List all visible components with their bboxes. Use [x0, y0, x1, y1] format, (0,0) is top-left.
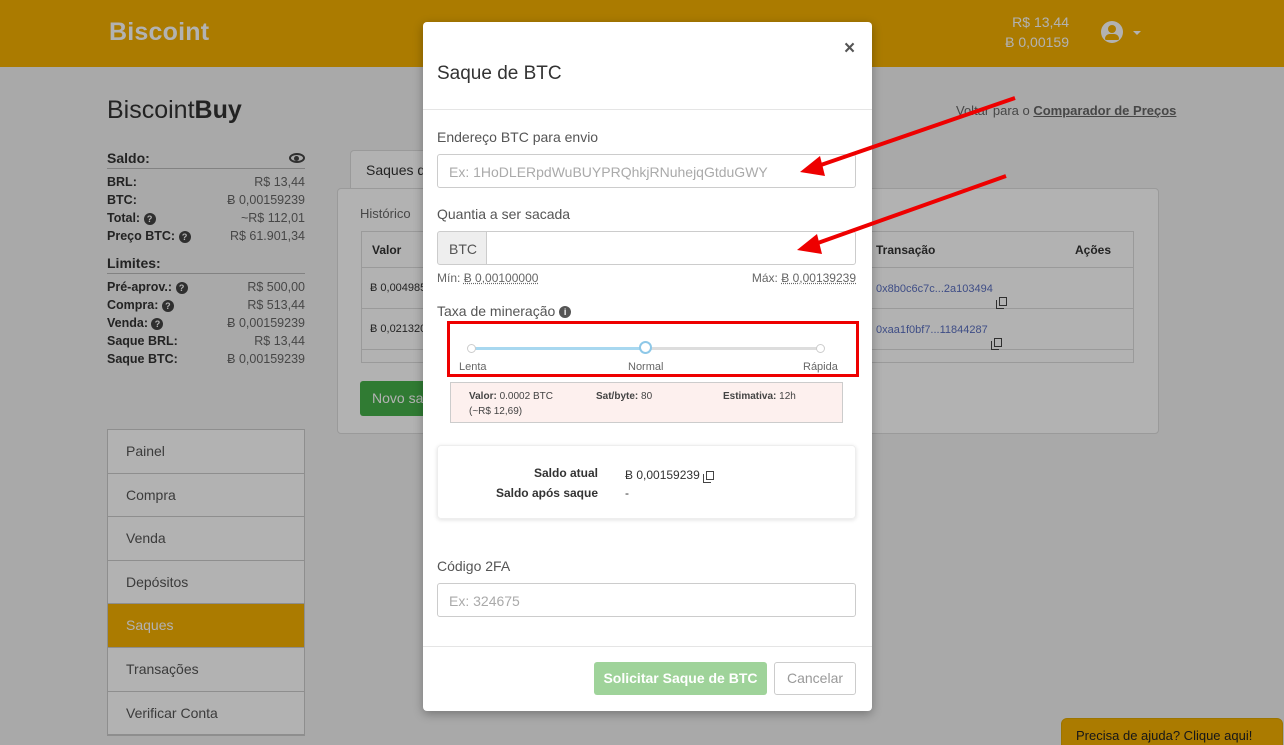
close-icon[interactable]: ×	[844, 38, 855, 60]
fee-option-normal[interactable]: Normal	[628, 361, 663, 373]
fee-satbyte: Sat/byte: 80	[596, 391, 652, 402]
btc-address-input[interactable]: Ex: 1HoDLERpdWuBUYPRQhkjRNuhejqGtduGWY	[437, 154, 856, 188]
fee-slider-highlight: Lenta Normal Rápida	[447, 321, 859, 377]
max-amount: Máx: Ƀ 0,00139239	[752, 271, 856, 285]
info-icon[interactable]: i	[559, 306, 572, 319]
saldo-atual-text: Ƀ 0,00159239	[625, 468, 700, 482]
submit-withdrawal-button[interactable]: Solicitar Saque de BTC	[594, 662, 767, 695]
fee-valor-value: 0.0002 BTC	[499, 391, 553, 402]
fee-slider-stop-rapida[interactable]	[816, 344, 825, 353]
fee-option-lenta[interactable]: Lenta	[459, 361, 487, 373]
min-amount: Mín: Ƀ 0,00100000	[437, 271, 538, 285]
min-value[interactable]: Ƀ 0,00100000	[464, 271, 539, 285]
max-label: Máx:	[751, 271, 778, 285]
fee-slider-stop-lenta[interactable]	[467, 344, 476, 353]
fee-slider-track[interactable]	[467, 341, 825, 354]
modal-title: Saque de BTC	[437, 63, 562, 84]
address-label: Endereço BTC para envio	[437, 129, 599, 145]
fee-estimate-box: Valor: 0.0002 BTC (~R$ 12,69) Sat/byte: …	[450, 382, 843, 423]
balance-card: Saldo atual Ƀ 0,00159239 Saldo após saqu…	[437, 445, 856, 519]
fee-estimativa: Estimativa: 12h	[723, 391, 796, 402]
twofa-label: Código 2FA	[437, 558, 511, 574]
fee-satbyte-value: 80	[641, 391, 653, 402]
amount-label: Quantia a ser sacada	[437, 206, 571, 222]
fee-valor-brl: (~R$ 12,69)	[469, 406, 523, 417]
fee-satbyte-label: Sat/byte:	[596, 391, 639, 402]
fee-valor-label: Valor:	[469, 391, 497, 402]
fee-estimativa-value: 12h	[779, 391, 796, 402]
fee-label: Taxa de mineração i	[437, 303, 572, 319]
fee-slider-handle[interactable]	[639, 341, 652, 354]
fee-label-text: Taxa de mineração	[437, 303, 556, 319]
cancel-button[interactable]: Cancelar	[774, 662, 856, 695]
saldo-atual-label: Saldo atual	[533, 466, 598, 480]
fee-slider-fill	[470, 347, 645, 350]
min-label: Mín:	[437, 271, 461, 285]
divider	[423, 646, 872, 647]
amount-input[interactable]	[486, 231, 856, 265]
saldo-apos-value: -	[625, 486, 629, 500]
saldo-atual-value: Ƀ 0,00159239	[625, 468, 714, 484]
fee-option-rapida[interactable]: Rápida	[803, 361, 838, 373]
copy-icon[interactable]	[702, 471, 714, 484]
divider	[423, 109, 872, 110]
withdraw-btc-modal: × Saque de BTC Endereço BTC para envio E…	[423, 22, 872, 711]
saldo-apos-label: Saldo após saque	[495, 486, 598, 500]
twofa-input[interactable]: Ex: 324675	[437, 583, 856, 617]
max-value[interactable]: Ƀ 0,00139239	[781, 271, 856, 285]
fee-estimativa-label: Estimativa:	[723, 391, 777, 402]
fee-valor: Valor: 0.0002 BTC	[469, 391, 553, 402]
amount-currency-addon: BTC	[437, 231, 487, 265]
